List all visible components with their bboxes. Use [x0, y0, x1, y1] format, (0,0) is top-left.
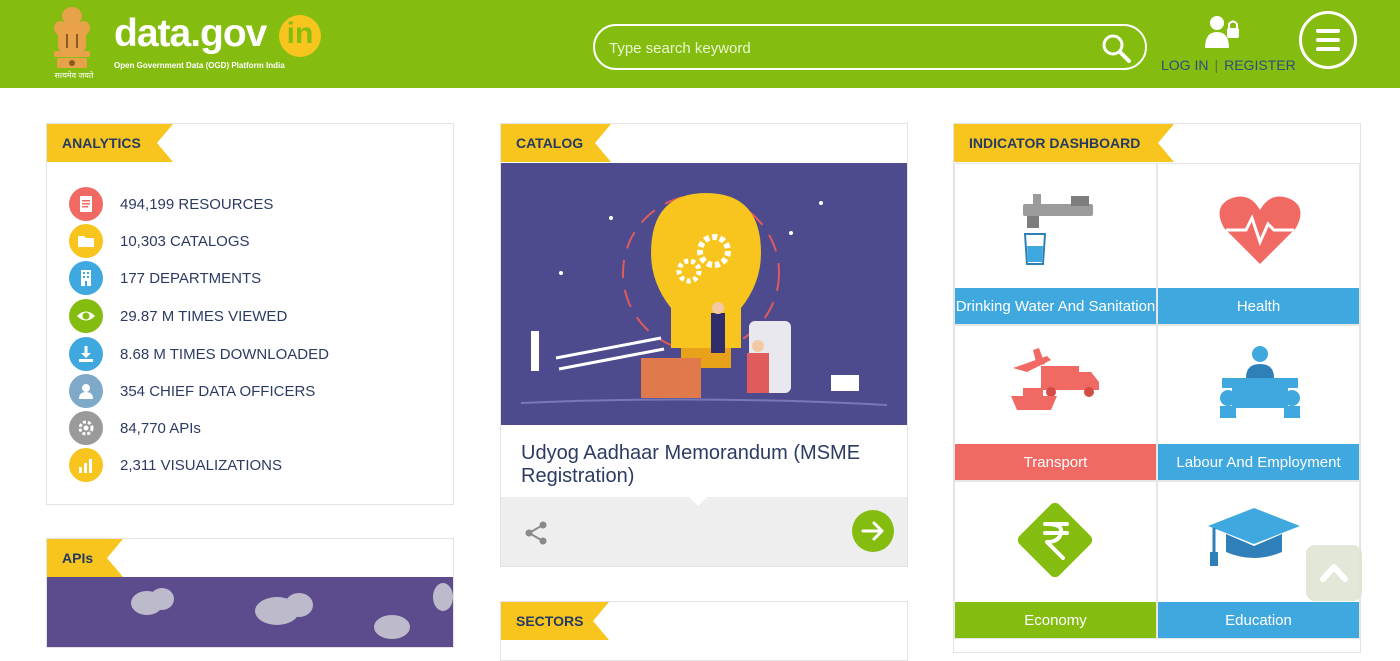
tile-label: Economy — [955, 602, 1156, 638]
tile-label: Drinking Water And Sanitation — [955, 288, 1156, 324]
tile-transport[interactable]: Transport — [954, 325, 1157, 481]
graduation-cap-icon — [1208, 508, 1300, 566]
chevron-up-icon — [1320, 564, 1348, 582]
stat-label: 177 DEPARTMENTS — [120, 270, 262, 287]
sectors-title: SECTORS — [501, 602, 609, 640]
analytics-panel: ANALYTICS 494,199 RESOURCES 10,303 CATAL… — [46, 123, 454, 505]
rupee-icon — [1017, 502, 1093, 578]
emblem-caption: सत्यमेव जयते — [54, 71, 94, 80]
hamburger-menu-icon[interactable] — [1299, 11, 1357, 69]
login-link[interactable]: LOG IN — [1161, 57, 1208, 73]
gear-icon — [69, 411, 103, 445]
user-lock-icon[interactable] — [1203, 14, 1243, 50]
stat-label: 10,303 CATALOGS — [120, 233, 250, 250]
tile-label: Labour And Employment — [1158, 444, 1359, 480]
catalog-footer — [501, 497, 907, 566]
tile-economy[interactable]: Economy — [954, 481, 1157, 639]
sectors-panel: SECTORS — [500, 601, 908, 661]
analytics-title: ANALYTICS — [47, 124, 173, 162]
tile-labour-employment[interactable]: Labour And Employment — [1157, 325, 1360, 481]
share-icon[interactable] — [523, 520, 549, 546]
person-icon — [69, 374, 103, 408]
document-icon — [69, 187, 103, 221]
catalog-featured-title[interactable]: Udyog Aadhaar Memorandum (MSME Registrat… — [521, 442, 891, 488]
water-tap-icon — [1023, 194, 1093, 265]
catalog-illustration[interactable] — [501, 163, 907, 425]
indicator-dashboard-panel: INDICATOR DASHBOARD Drinking Water And S… — [953, 123, 1361, 653]
search-icon[interactable] — [1099, 31, 1133, 65]
auth-links: LOG IN | REGISTER — [1161, 57, 1296, 73]
stat-label: 354 CHIEF DATA OFFICERS — [120, 383, 316, 400]
stat-label: 2,311 VISUALIZATIONS — [120, 457, 283, 474]
catalog-panel: CATALOG Udyog Aadhaar Memorandum (MSME R… — [500, 123, 908, 567]
tile-label: Health — [1158, 288, 1359, 324]
stat-label: 8.68 M TIMES DOWNLOADED — [120, 346, 329, 363]
arrow-right-icon[interactable] — [852, 510, 894, 552]
catalog-footer-notch — [689, 497, 707, 506]
stat-label: 494,199 RESOURCES — [120, 196, 274, 213]
scroll-to-top-button[interactable] — [1306, 545, 1362, 601]
tile-health[interactable]: Health — [1157, 163, 1360, 325]
site-logo-badge[interactable]: in — [279, 15, 321, 57]
stat-label: 84,770 APIs — [120, 420, 201, 437]
download-icon — [69, 337, 103, 371]
stat-label: 29.87 M TIMES VIEWED — [120, 308, 288, 325]
site-header: सत्यमेव जयते data.gov in Open Government… — [0, 0, 1400, 88]
search-input[interactable] — [607, 36, 1081, 60]
eye-icon — [69, 299, 103, 333]
apis-panel: APIs — [46, 538, 454, 648]
auth-separator: | — [1214, 57, 1219, 73]
register-link[interactable]: REGISTER — [1224, 57, 1296, 73]
labour-icon — [1220, 346, 1300, 418]
tile-drinking-water[interactable]: Drinking Water And Sanitation — [954, 163, 1157, 325]
building-icon — [69, 261, 103, 295]
tile-label: Education — [1158, 602, 1359, 638]
site-logo[interactable]: data.gov — [114, 12, 267, 56]
apis-banner-image[interactable] — [47, 577, 454, 648]
tile-label: Transport — [955, 444, 1156, 480]
search-box — [593, 24, 1147, 70]
heart-icon — [1219, 196, 1301, 264]
bar-chart-icon — [69, 448, 103, 482]
indicator-dashboard-title: INDICATOR DASHBOARD — [954, 124, 1174, 162]
site-tagline: Open Government Data (OGD) Platform Indi… — [114, 61, 285, 70]
transport-icon — [1011, 348, 1099, 410]
apis-title: APIs — [47, 539, 123, 577]
catalog-title: CATALOG — [501, 124, 611, 162]
folder-icon — [69, 224, 103, 258]
